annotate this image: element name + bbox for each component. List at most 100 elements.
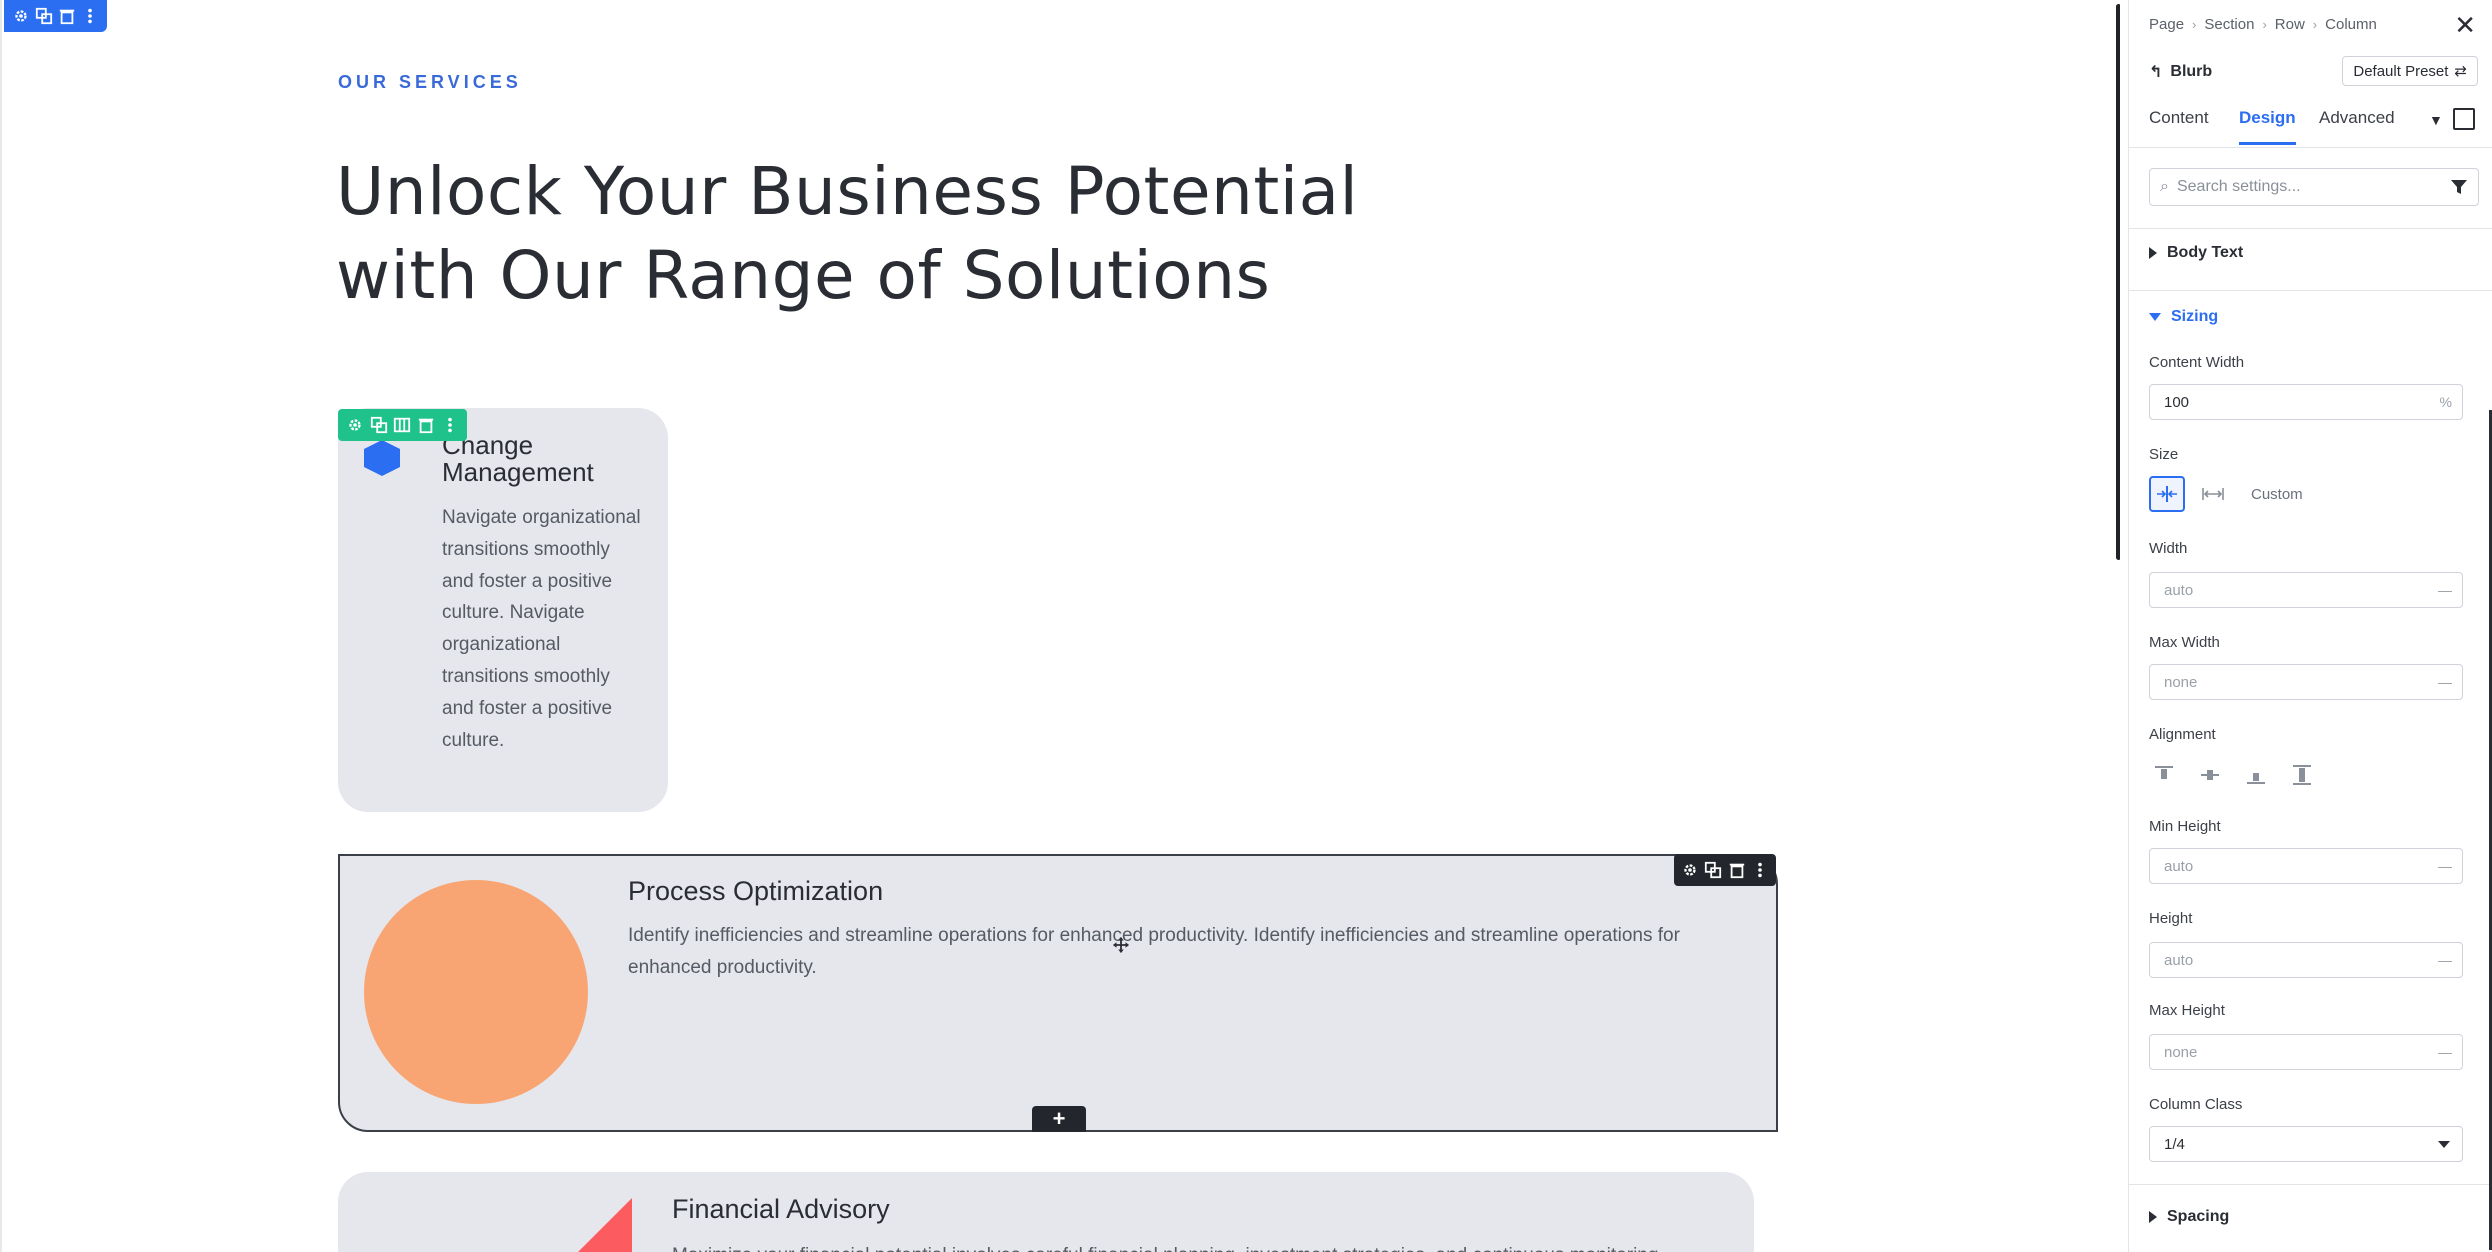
preset-button[interactable]: Default Preset ⇄: [2342, 56, 2478, 86]
chevron-right-icon: ›: [2312, 17, 2318, 32]
group-label: Sizing: [2171, 308, 2219, 325]
add-module-button[interactable]: +: [1032, 1106, 1086, 1132]
section-toolbar: [4, 0, 107, 32]
align-center-icon[interactable]: [2199, 764, 2221, 786]
group-body-text[interactable]: Body Text: [2149, 244, 2243, 262]
max-width-field[interactable]: none —: [2149, 664, 2463, 700]
column-class-value: 1/4: [2164, 1135, 2185, 1153]
more-icon[interactable]: [79, 5, 101, 27]
headline-line-1: Unlock Your Business Potential: [336, 153, 1359, 230]
search-input[interactable]: Search settings...: [2177, 178, 2301, 196]
trash-icon[interactable]: [415, 414, 437, 436]
group-label: Body Text: [2167, 244, 2244, 261]
headline-line-2: with Our Range of Solutions: [336, 237, 1271, 314]
max-height-field[interactable]: none —: [2149, 1034, 2463, 1070]
align-bottom-icon[interactable]: [2245, 764, 2267, 786]
preset-label: Default Preset: [2353, 62, 2449, 80]
size-full-button[interactable]: [2195, 476, 2231, 512]
tab-content[interactable]: Content: [2149, 108, 2209, 142]
group-spacing[interactable]: Spacing: [2149, 1208, 2229, 1226]
column-class-select[interactable]: 1/4: [2149, 1126, 2463, 1162]
divider: [2129, 228, 2492, 229]
card-body: Navigate organizational transitions smoo…: [442, 507, 641, 751]
content-width-field[interactable]: 100 %: [2149, 384, 2463, 420]
builder-canvas[interactable]: OUR SERVICES Unlock Your Business Potent…: [0, 0, 2120, 1252]
tab-advanced[interactable]: Advanced: [2319, 108, 2395, 142]
card-title: Financial Advisory: [672, 1194, 890, 1224]
module-name-label: Blurb: [2170, 63, 2213, 80]
caret-right-icon: [2149, 1211, 2157, 1223]
dash-icon: —: [2438, 582, 2452, 598]
square-icon[interactable]: [2453, 108, 2475, 130]
page-headline: Unlock Your Business Potential with Our …: [336, 150, 1476, 318]
chevron-right-icon: ›: [2192, 17, 2197, 32]
width-value: auto: [2164, 581, 2194, 599]
breadcrumb-page[interactable]: Page: [2149, 16, 2184, 33]
gear-icon[interactable]: [1679, 859, 1701, 881]
back-arrow-icon[interactable]: ↰: [2149, 62, 2162, 82]
canvas-scrollbar[interactable]: [2116, 4, 2120, 560]
max-width-value: none: [2164, 673, 2198, 691]
max-width-label: Max Width: [2149, 634, 2220, 651]
caret-right-icon: [2149, 247, 2157, 259]
full-width-icon: [2202, 488, 2224, 500]
height-field[interactable]: auto —: [2149, 942, 2463, 978]
close-icon[interactable]: ✕: [2454, 12, 2476, 38]
row-toolbar: [1674, 854, 1776, 886]
group-label: Spacing: [2167, 1208, 2230, 1225]
size-fit-button[interactable]: [2149, 476, 2185, 512]
height-value: auto: [2164, 951, 2194, 969]
more-icon[interactable]: [439, 414, 461, 436]
min-height-field[interactable]: auto —: [2149, 848, 2463, 884]
dash-icon: —: [2438, 858, 2452, 874]
size-label: Size: [2149, 446, 2179, 463]
unit-label: %: [2439, 394, 2452, 410]
gear-icon[interactable]: [344, 414, 366, 436]
dash-icon: —: [2438, 674, 2452, 690]
min-height-label: Min Height: [2149, 818, 2221, 835]
divider: [2129, 1184, 2492, 1185]
chevron-right-icon: ›: [2262, 17, 2267, 32]
breadcrumb-column[interactable]: Column: [2325, 16, 2377, 33]
width-field[interactable]: auto —: [2149, 572, 2463, 608]
align-stretch-icon[interactable]: [2291, 764, 2313, 786]
search-settings[interactable]: ⌕ Search settings...: [2149, 168, 2479, 206]
chevron-down-icon[interactable]: ▼: [2429, 112, 2443, 128]
move-cursor-icon: [1112, 936, 1130, 954]
divider: [2129, 290, 2492, 291]
section-eyebrow: OUR SERVICES: [338, 72, 522, 92]
settings-panel: Page › Section › Row › Column ✕ ↰ Blurb …: [2128, 0, 2492, 1252]
panel-tabs: Content Design Advanced ▼: [2129, 100, 2492, 148]
columns-icon[interactable]: [391, 414, 413, 436]
module-name: ↰ Blurb: [2149, 62, 2212, 82]
max-height-value: none: [2164, 1043, 2198, 1061]
align-top-icon[interactable]: [2153, 764, 2175, 786]
height-label: Height: [2149, 910, 2193, 927]
module-toolbar: [338, 409, 467, 441]
duplicate-icon[interactable]: [1702, 859, 1724, 881]
gear-icon[interactable]: [10, 5, 32, 27]
duplicate-icon[interactable]: [33, 5, 55, 27]
trash-icon[interactable]: [56, 5, 78, 27]
column-class-label: Column Class: [2149, 1096, 2243, 1113]
card-body: Identify inefficiencies and streamline o…: [628, 925, 1680, 978]
breadcrumb: Page › Section › Row › Column: [2149, 16, 2377, 33]
card-body: Maximize your financial potential involv…: [672, 1240, 1732, 1252]
min-height-value: auto: [2164, 857, 2194, 875]
breadcrumb-row[interactable]: Row: [2275, 16, 2305, 33]
alignment-label: Alignment: [2149, 726, 2216, 743]
max-height-label: Max Height: [2149, 1002, 2225, 1019]
group-sizing[interactable]: Sizing: [2149, 308, 2218, 326]
tab-design[interactable]: Design: [2239, 108, 2296, 145]
width-label: Width: [2149, 540, 2188, 557]
breadcrumb-section[interactable]: Section: [2204, 16, 2254, 33]
filter-icon[interactable]: [2450, 178, 2468, 196]
content-width-value: 100: [2164, 393, 2190, 411]
more-icon[interactable]: [1749, 859, 1771, 881]
card-title: Process Optimization: [628, 876, 884, 906]
size-custom-option[interactable]: Custom: [2251, 486, 2303, 503]
duplicate-icon[interactable]: [368, 414, 390, 436]
trash-icon[interactable]: [1726, 859, 1748, 881]
card-title: Change Management: [442, 430, 594, 487]
sliders-icon: ⇄: [2454, 63, 2467, 80]
